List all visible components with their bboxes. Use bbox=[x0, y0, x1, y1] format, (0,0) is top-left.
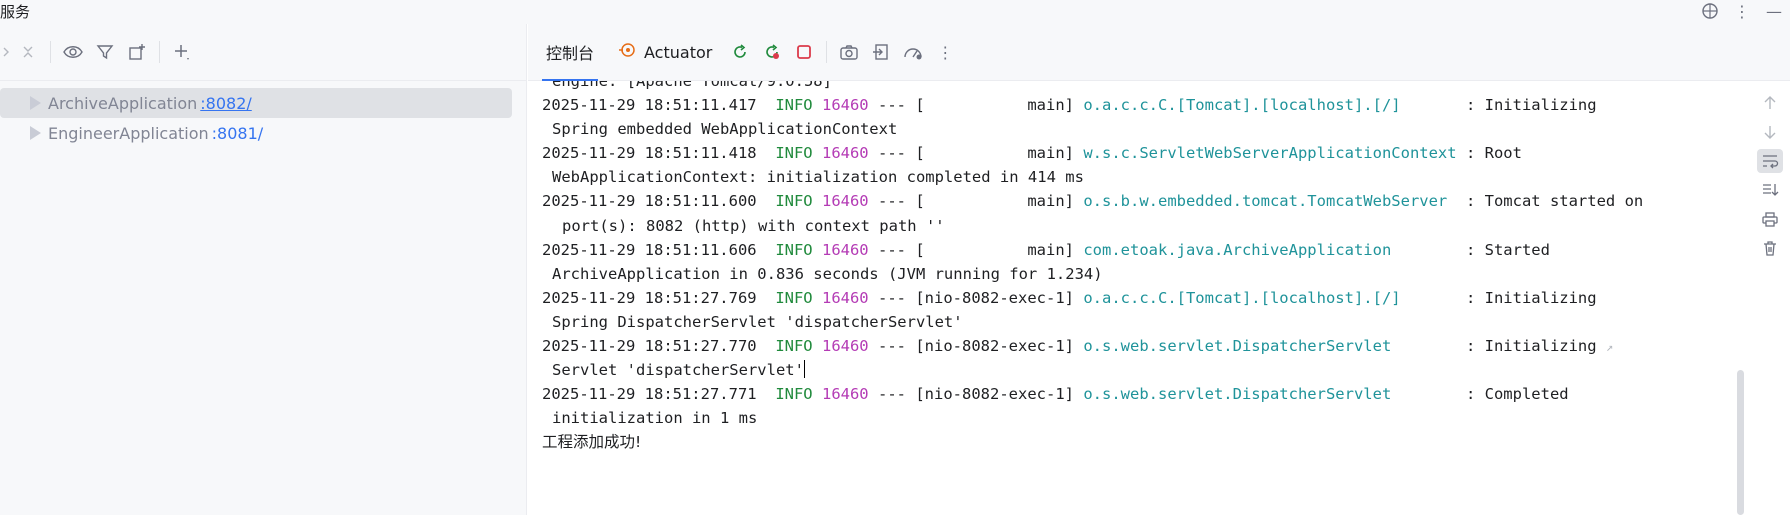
service-item-engineer[interactable]: EngineerApplication :8081/ bbox=[0, 118, 512, 148]
add-icon[interactable] bbox=[166, 36, 198, 68]
window-title: 服务 bbox=[0, 3, 31, 21]
console-side-toolbar bbox=[1750, 81, 1790, 515]
log-line-continuation: Spring embedded WebApplicationContext bbox=[552, 120, 898, 139]
tab-console-label: 控制台 bbox=[546, 44, 595, 63]
restart-icon[interactable] bbox=[756, 36, 788, 68]
toolbar-divider bbox=[50, 41, 51, 63]
services-tree: ArchiveApplication :8082/ EngineerApplic… bbox=[0, 81, 526, 148]
title-bar: 服务 ⋮ — bbox=[0, 0, 1790, 24]
log-line-continuation: WebApplicationContext: initialization co… bbox=[552, 168, 1084, 187]
log-line-continuation: initialization in 1 ms bbox=[552, 409, 758, 428]
run-configuration-icon bbox=[26, 94, 44, 112]
scroll-to-end-icon[interactable] bbox=[1757, 178, 1783, 202]
console-panel: 控制台 Actuator ⋮ engine: [Apache Tomcat/9.… bbox=[528, 24, 1790, 515]
log-line-continuation: Spring DispatcherServlet 'dispatcherServ… bbox=[552, 312, 963, 331]
soft-wrap-icon[interactable] bbox=[1757, 149, 1783, 173]
log-line-continuation: port(s): 8082 (http) with context path '… bbox=[562, 216, 945, 235]
stop-icon[interactable] bbox=[788, 36, 820, 68]
log-line: 2025-11-29 18:51:11.417 INFO 16460 --- [… bbox=[542, 96, 1597, 115]
services-toolbar bbox=[0, 24, 526, 81]
clear-icon[interactable] bbox=[1757, 236, 1783, 260]
collapse-icon[interactable] bbox=[12, 36, 44, 68]
scroll-down-icon[interactable] bbox=[1757, 120, 1783, 144]
service-port-link[interactable]: :8082/ bbox=[200, 94, 252, 113]
tab-actuator-label: Actuator bbox=[644, 42, 713, 62]
toolbar-divider bbox=[159, 41, 160, 63]
console-scrollbar[interactable] bbox=[1737, 370, 1744, 515]
service-port-link[interactable]: :8081/ bbox=[212, 124, 264, 143]
filter-icon[interactable] bbox=[89, 36, 121, 68]
actuator-icon bbox=[618, 41, 636, 63]
console-output-message: 工程添加成功! bbox=[542, 433, 642, 452]
new-tab-icon[interactable] bbox=[121, 36, 153, 68]
log-line: 2025-11-29 18:51:27.769 INFO 16460 --- [… bbox=[542, 288, 1597, 307]
dashboard-icon[interactable] bbox=[897, 36, 929, 68]
service-name: EngineerApplication bbox=[48, 123, 209, 143]
service-name: ArchiveApplication bbox=[48, 93, 198, 113]
log-line: 2025-11-29 18:51:27.770 INFO 16460 --- [… bbox=[542, 337, 1614, 356]
log-line: 2025-11-29 18:51:11.606 INFO 16460 --- [… bbox=[542, 240, 1550, 259]
console-toolbar: 控制台 Actuator ⋮ bbox=[528, 24, 1790, 81]
soft-wrap-marker-icon: ↗ bbox=[1605, 340, 1614, 355]
text-caret bbox=[803, 360, 805, 379]
console-output[interactable]: engine: [Apache Tomcat/9.0.58] 2025-11-2… bbox=[528, 81, 1750, 515]
tab-console[interactable]: 控制台 bbox=[534, 24, 606, 81]
expand-icon[interactable] bbox=[0, 36, 12, 68]
services-panel: ArchiveApplication :8082/ EngineerApplic… bbox=[0, 24, 527, 515]
log-line-continuation: ArchiveApplication in 0.836 seconds (JVM… bbox=[552, 264, 1103, 283]
title-bar-actions: ⋮ — bbox=[1700, 0, 1784, 22]
service-item-archive[interactable]: ArchiveApplication :8082/ bbox=[0, 88, 512, 118]
run-configuration-icon bbox=[26, 124, 44, 142]
log-line: 2025-11-29 18:51:11.418 INFO 16460 --- [… bbox=[542, 144, 1522, 163]
crosshair-icon[interactable] bbox=[1700, 1, 1720, 21]
more-vertical-icon[interactable]: ⋮ bbox=[1732, 1, 1752, 21]
camera-icon[interactable] bbox=[833, 36, 865, 68]
more-icon[interactable]: ⋮ bbox=[929, 36, 961, 68]
toolbar-divider bbox=[826, 41, 828, 63]
log-line-continuation: Servlet 'dispatcherServlet' bbox=[552, 360, 805, 380]
scroll-up-icon[interactable] bbox=[1757, 91, 1783, 115]
log-line: 2025-11-29 18:51:27.771 INFO 16460 --- [… bbox=[542, 385, 1569, 404]
console-partial-line: engine: [Apache Tomcat/9.0.58] bbox=[552, 81, 832, 90]
tab-actuator[interactable]: Actuator bbox=[606, 24, 724, 81]
print-icon[interactable] bbox=[1757, 207, 1783, 231]
rerun-icon[interactable] bbox=[724, 36, 756, 68]
minimize-icon[interactable]: — bbox=[1764, 1, 1784, 21]
login-icon[interactable] bbox=[865, 36, 897, 68]
eye-icon[interactable] bbox=[57, 36, 89, 68]
log-line: 2025-11-29 18:51:11.600 INFO 16460 --- [… bbox=[542, 192, 1644, 211]
